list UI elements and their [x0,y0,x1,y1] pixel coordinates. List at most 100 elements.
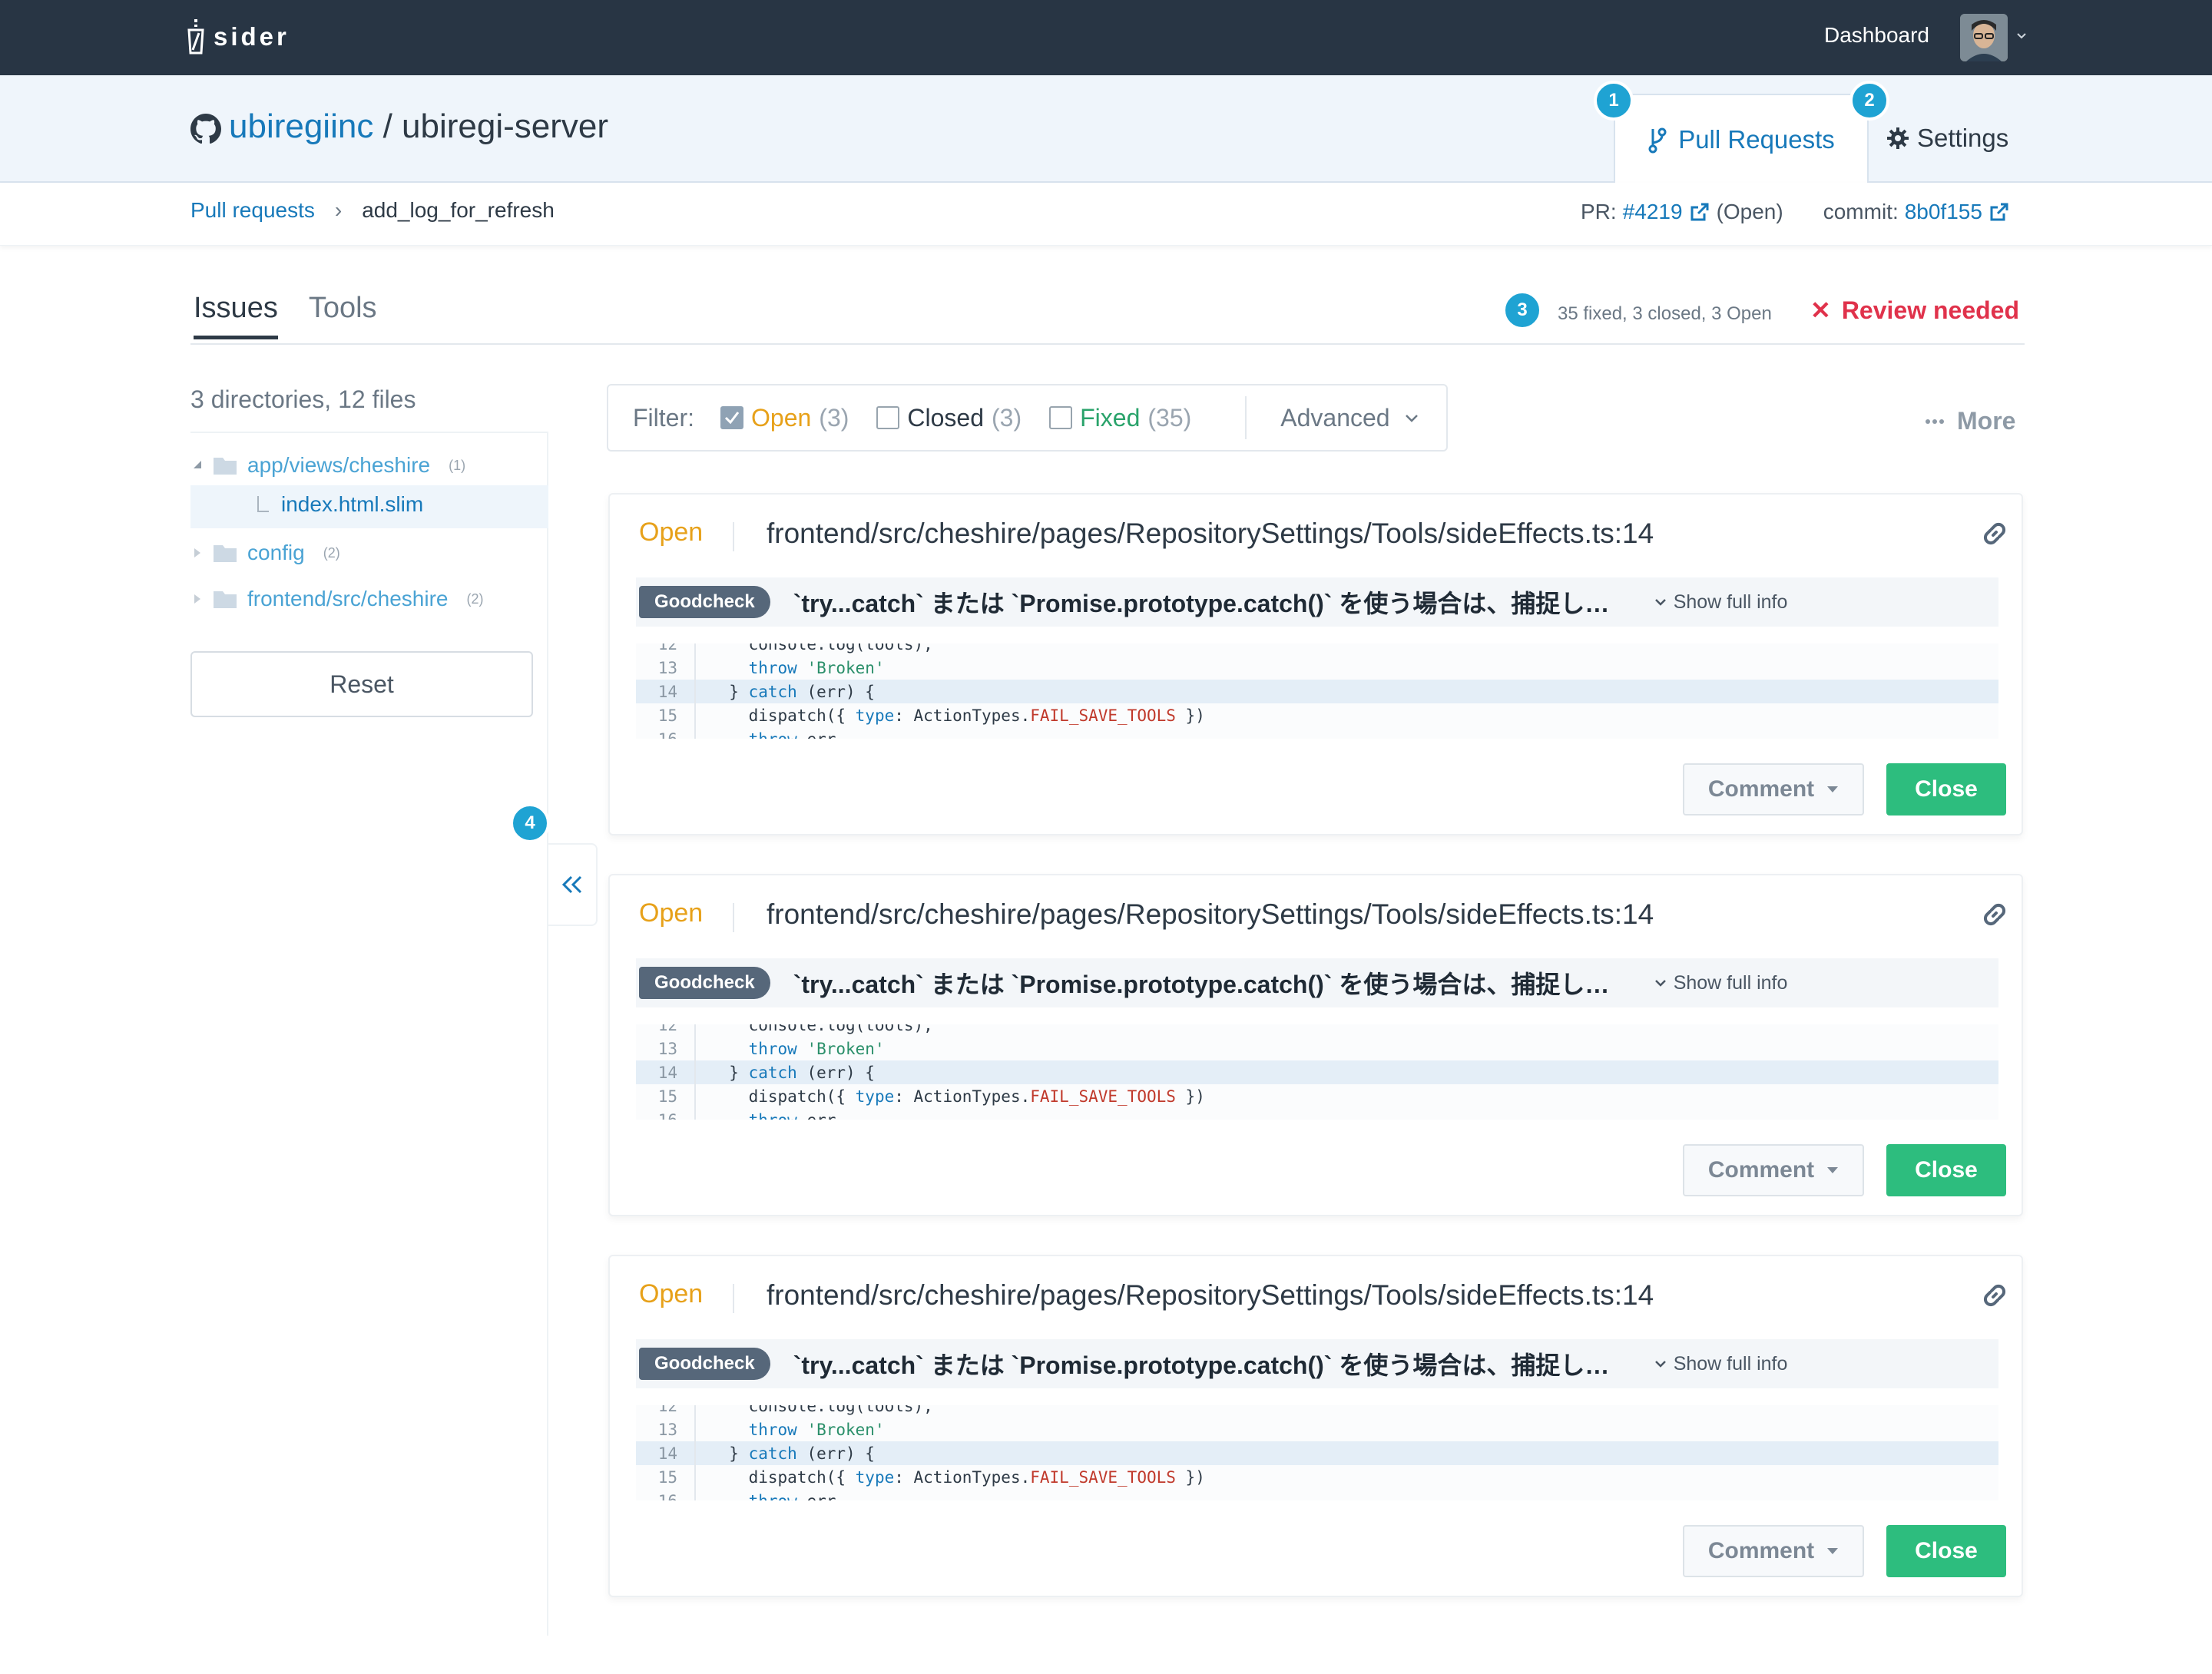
filter-fixed-checkbox[interactable]: Fixed (35) [1049,404,1191,432]
line-number: 16 [636,730,680,739]
tree-item-app-views-cheshire[interactable]: app/views/cheshire (1) [192,453,465,478]
code-gutter [680,1418,696,1441]
filter-fixed-count: (35) [1147,403,1192,432]
issue-file-path[interactable]: frontend/src/cheshire/pages/RepositorySe… [767,898,1654,931]
review-status: ✕ Review needed [1810,296,2019,325]
permalink-icon[interactable] [1980,900,2009,929]
folder-icon [214,545,237,562]
code-snippet: 12 console.log(tools); 13 throw 'Broken' 1… [636,1024,1998,1120]
filter-closed-checkbox[interactable]: Closed (3) [876,404,1022,432]
caret-right-icon [194,548,200,557]
comment-button[interactable]: Comment [1683,1525,1864,1577]
user-avatar[interactable] [1960,14,2008,61]
show-full-info-toggle[interactable]: Show full info [1654,972,1787,994]
show-full-info-toggle[interactable]: Show full info [1654,591,1787,614]
code-line: 14 } catch (err) { [636,1060,1998,1084]
repo-owner-link[interactable]: ubiregiinc [229,108,373,145]
tree-item-config[interactable]: config (2) [192,541,340,565]
folder-icon [214,591,237,608]
issue-card: Open frontend/src/cheshire/pages/Reposit… [608,1255,2023,1597]
tree-item-label: index.html.slim [281,492,424,516]
code-text: dispatch({ type: ActionTypes.FAIL_SAVE_T… [710,1467,1205,1487]
code-line: 16 throw err [636,1108,1998,1120]
tree-item-index-html-slim[interactable]: index.html.slim [257,492,423,517]
code-text: throw 'Broken' [748,1420,885,1439]
comment-button[interactable]: Comment [1683,763,1864,815]
step-badge-3: 3 [1502,290,1542,330]
pr-label: PR: [1581,200,1617,223]
line-number: 12 [657,643,677,653]
filter-bar: Filter: Open (3) Closed (3) Fixed (35) A… [607,384,1448,452]
chevron-down-icon [1405,415,1418,422]
close-issue-button[interactable]: Close [1886,1144,2006,1196]
show-full-info-label: Show full info [1673,1352,1788,1375]
code-gutter [680,1084,696,1108]
code-text: } catch (err) { [710,682,875,701]
advanced-filter-dropdown[interactable]: Advanced [1245,396,1419,439]
issue-divider [733,522,734,551]
logo-text: sider [214,22,290,51]
filter-open-checkbox[interactable]: Open (3) [720,404,849,432]
code-gutter [680,656,696,680]
collapse-sidebar-button[interactable] [548,843,598,926]
issue-tabs: Issues Tools [194,292,377,339]
nav-dashboard-link[interactable]: Dashboard [1824,23,1929,48]
code-text: throw 'Broken' [748,1039,885,1058]
step-badge-4: 4 [510,803,550,843]
permalink-icon[interactable] [1980,1281,2009,1310]
code-text: throw err [710,1492,836,1501]
step-badge-2: 2 [1849,81,1889,121]
chevron-down-icon [1654,980,1666,987]
code-line: 15 dispatch({ type: ActionTypes.FAIL_SAV… [636,1084,1998,1108]
reset-button[interactable]: Reset [190,651,533,717]
tab-settings[interactable]: Settings [1869,94,2023,183]
issue-message-row: Goodcheck `try...catch` または `Promise.pro… [636,577,1998,627]
tool-badge: Goodcheck [639,1348,770,1380]
sider-logo-icon [187,19,204,55]
line-number: 16 [636,1492,680,1501]
tab-pull-requests[interactable]: Pull Requests [1614,94,1869,184]
code-text: throw err [710,730,836,739]
breadcrumb-separator: › [334,198,343,222]
checkbox-checked-icon [720,406,743,429]
close-issue-button[interactable]: Close [1886,763,2006,815]
folder-icon [214,458,237,475]
caret-down-icon [194,461,201,468]
tabs-divider [190,343,2025,345]
code-line: 12 console.log(tools); [636,643,1998,656]
tab-tools[interactable]: Tools [309,292,377,339]
comment-button[interactable]: Comment [1683,1144,1864,1196]
caret-down-icon [1827,786,1839,792]
code-gutter [680,1405,696,1418]
close-issue-button[interactable]: Close [1886,1525,2006,1577]
pr-state: (Open) [1716,200,1783,223]
code-text: console.log(tools); [710,1024,933,1034]
issue-file-path[interactable]: frontend/src/cheshire/pages/RepositorySe… [767,518,1654,550]
code-gutter [680,1060,696,1084]
checkbox-icon [876,406,900,429]
permalink-icon[interactable] [1980,519,2009,548]
commit-link[interactable]: 8b0f155 [1905,200,1982,224]
code-gutter [680,1489,696,1500]
pr-number-link[interactable]: #4219 [1623,200,1683,224]
chevron-down-icon[interactable] [2015,29,2028,41]
breadcrumb-pull-requests-link[interactable]: Pull requests [190,198,315,223]
external-link-icon[interactable] [1988,201,2010,223]
comment-label: Comment [1707,776,1815,802]
line-number: 12 [657,1024,677,1034]
gear-icon [1887,127,1909,149]
issue-summary: 35 fixed, 3 closed, 3 Open [1558,303,1772,324]
show-full-info-toggle[interactable]: Show full info [1654,1352,1788,1375]
filter-fixed-label: Fixed [1080,403,1141,432]
github-icon [190,114,221,144]
sider-logo[interactable]: sider [186,17,290,57]
code-line: 16 throw err [636,1489,1998,1500]
tree-item-frontend-src-cheshire[interactable]: frontend/src/cheshire (2) [192,587,483,611]
line-number: 15 [657,706,677,725]
code-gutter [680,727,696,739]
more-menu-button[interactable]: More [1925,407,2015,435]
external-link-icon[interactable] [1689,201,1710,223]
tab-issues[interactable]: Issues [194,292,278,339]
issue-file-path[interactable]: frontend/src/cheshire/pages/RepositorySe… [767,1279,1654,1312]
code-snippet: 12 console.log(tools); 13 throw 'Broken' 1… [636,1405,1998,1500]
